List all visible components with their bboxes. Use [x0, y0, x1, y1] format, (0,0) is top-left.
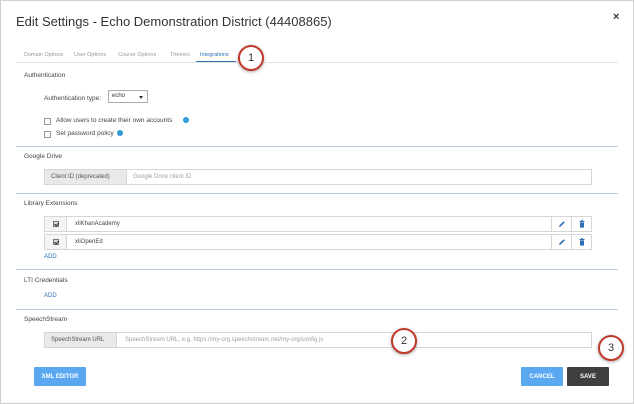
trash-icon — [579, 220, 584, 228]
help-icon[interactable] — [117, 130, 123, 136]
cancel-button[interactable]: CANCEL — [521, 367, 563, 386]
lti-credentials-heading: LTI Credentials — [24, 277, 68, 284]
callout-marker-3: 3 — [598, 335, 624, 361]
google-drive-heading: Google Drive — [24, 153, 62, 160]
library-extension-row: xliOpenEd — [44, 234, 592, 250]
section-divider — [16, 146, 618, 147]
tab-domain-options[interactable]: Domain Options — [24, 52, 63, 58]
password-policy-label: Set password policy — [56, 130, 114, 137]
delete-extension-button[interactable] — [571, 235, 591, 249]
section-divider — [16, 269, 618, 270]
section-divider — [16, 309, 618, 310]
google-drive-client-id-input[interactable]: Google Drive client ID — [133, 170, 191, 184]
tabs-divider — [16, 62, 618, 63]
authentication-type-value: echo — [112, 93, 126, 99]
library-extensions-heading: Library Extensions — [24, 200, 78, 207]
checkmark-icon — [52, 221, 59, 227]
callout-marker-1: 1 — [238, 45, 264, 71]
speechstream-heading: SpeechStream — [24, 316, 67, 323]
authentication-type-select[interactable]: echo — [108, 90, 148, 103]
google-drive-client-id-group: Client ID (deprecated) Google Drive clie… — [44, 169, 592, 185]
add-lti-credential-link[interactable]: ADD — [44, 293, 57, 299]
delete-extension-button[interactable] — [571, 217, 591, 231]
section-divider — [16, 193, 618, 194]
pencil-icon — [558, 239, 565, 245]
xml-editor-button[interactable]: XML EDITOR — [34, 367, 86, 386]
google-drive-client-id-addon: Client ID (deprecated) — [45, 170, 127, 184]
edit-extension-button[interactable] — [551, 235, 571, 249]
chevron-down-icon — [139, 96, 143, 99]
save-button[interactable]: SAVE — [567, 367, 609, 386]
add-extension-link[interactable]: ADD — [44, 254, 57, 260]
authentication-heading: Authentication — [24, 72, 66, 79]
speechstream-url-input[interactable]: SpeechStream URL, e.g. https://my-org.sp… — [125, 333, 323, 347]
tab-themes[interactable]: Themes — [170, 52, 190, 58]
dialog-title: Edit Settings - Echo Demonstration Distr… — [16, 14, 332, 29]
tab-user-options[interactable]: User Options — [74, 52, 106, 58]
extension-name: xliOpenEd — [75, 239, 103, 245]
speechstream-url-group: SpeechStream URL SpeechStream URL, e.g. … — [44, 332, 592, 348]
help-icon[interactable] — [183, 117, 189, 123]
allow-create-accounts-label: Allow users to create their own accounts — [56, 117, 173, 124]
pencil-icon — [558, 221, 565, 227]
checkmark-icon — [52, 239, 59, 245]
allow-create-accounts-checkbox[interactable] — [44, 118, 51, 125]
trash-icon — [579, 238, 584, 246]
extension-enabled-checkbox[interactable] — [45, 235, 67, 249]
library-extension-row: xliKhanAcademy — [44, 216, 592, 232]
speechstream-url-addon: SpeechStream URL — [45, 333, 117, 347]
extension-name: xliKhanAcademy — [75, 221, 120, 227]
extension-enabled-checkbox[interactable] — [45, 217, 67, 231]
tab-course-options[interactable]: Course Options — [118, 52, 156, 58]
callout-marker-2: 2 — [391, 328, 417, 354]
edit-extension-button[interactable] — [551, 217, 571, 231]
authentication-type-label: Authentication type: — [44, 95, 102, 102]
close-icon[interactable]: × — [613, 11, 619, 23]
tab-integrations[interactable]: Integrations — [200, 52, 229, 58]
password-policy-checkbox[interactable] — [44, 131, 51, 138]
